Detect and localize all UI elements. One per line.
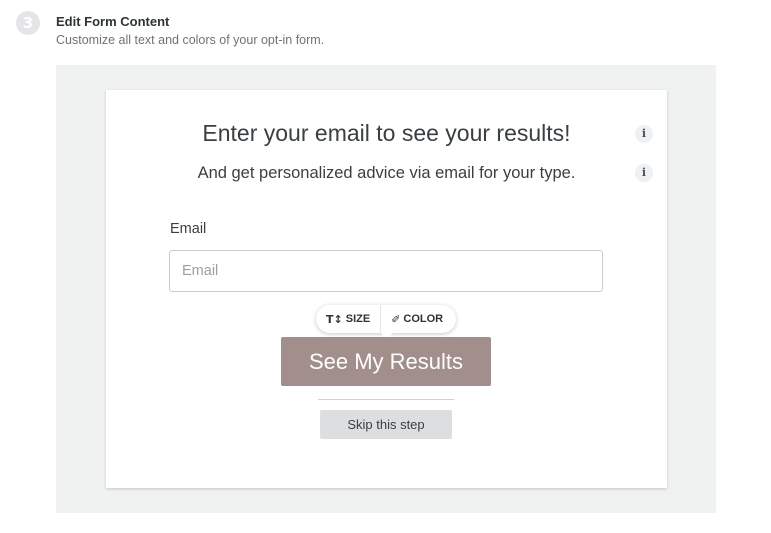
- step-subtitle: Customize all text and colors of your op…: [56, 33, 325, 47]
- text-size-icon: T↕: [326, 312, 343, 326]
- form-subheadline[interactable]: And get personalized advice via email fo…: [106, 164, 667, 183]
- see-results-button[interactable]: See My Results: [281, 337, 491, 386]
- skip-step-button[interactable]: Skip this step: [320, 410, 452, 439]
- step-number-badge: 3: [16, 11, 40, 35]
- email-input[interactable]: [169, 250, 603, 292]
- size-tool-button[interactable]: T↕ SIZE: [316, 305, 382, 333]
- headline-info-icon[interactable]: i: [635, 125, 653, 143]
- size-tool-label: SIZE: [345, 313, 371, 325]
- pen-icon: ✐: [391, 312, 401, 326]
- form-headline[interactable]: Enter your email to see your results!: [106, 120, 667, 147]
- button-style-toolbar: T↕ SIZE ✐ COLOR: [316, 305, 456, 339]
- cta-divider: [318, 399, 454, 400]
- email-field-label: Email: [170, 221, 207, 237]
- form-preview-area: Enter your email to see your results! i …: [56, 65, 716, 513]
- color-tool-label: COLOR: [403, 313, 444, 325]
- color-tool-button[interactable]: ✐ COLOR: [381, 305, 453, 333]
- subheadline-info-icon[interactable]: i: [635, 164, 653, 182]
- optin-form-card: Enter your email to see your results! i …: [106, 90, 667, 488]
- step-title: Edit Form Content: [56, 14, 170, 29]
